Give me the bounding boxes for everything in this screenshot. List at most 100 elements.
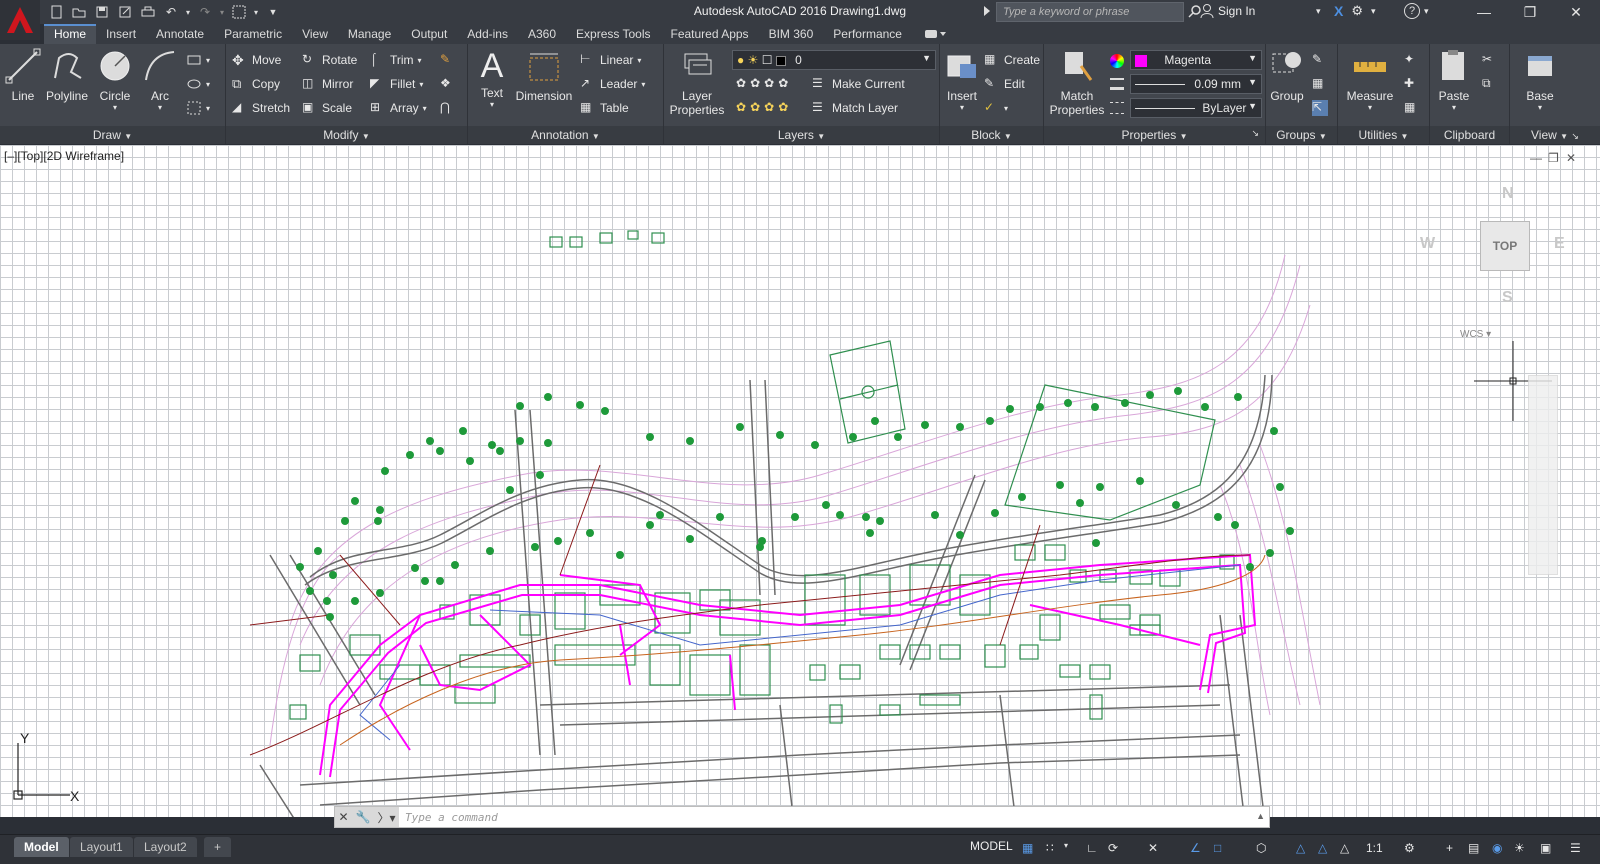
compass-west[interactable]: W	[1420, 235, 1435, 253]
calculator-button[interactable]: ▦	[1404, 100, 1420, 116]
layout2-tab[interactable]: Layout2	[134, 837, 197, 857]
quick-select-button[interactable]: ✦	[1404, 52, 1420, 68]
copy-button[interactable]: ⧉ Copy	[232, 76, 280, 92]
tab-parametric[interactable]: Parametric	[214, 24, 292, 44]
model-tab[interactable]: Model	[14, 837, 69, 857]
viewcube-top-face[interactable]: TOP	[1480, 221, 1530, 271]
command-line[interactable]: ✕ 🔧 〉▾ Type a command ▲	[334, 806, 1270, 828]
dimension-button[interactable]: Dimension	[512, 48, 576, 103]
make-current-button[interactable]: ☰ Make Current	[812, 76, 905, 92]
base-dropdown-icon[interactable]: ▾	[1520, 103, 1560, 112]
edit-attributes-button[interactable]: ✓ ▾	[984, 100, 1008, 116]
tab-view[interactable]: View	[292, 24, 338, 44]
annotation-panel-title[interactable]: Annotation ▼	[468, 126, 663, 144]
annotation-scale-value[interactable]: 1:1	[1366, 841, 1396, 857]
customization-icon[interactable]: ☰	[1570, 841, 1586, 857]
layout1-tab[interactable]: Layout1	[70, 837, 133, 857]
arc-button[interactable]: Arc ▾	[142, 48, 178, 112]
undo-dropdown-icon[interactable]: ▾	[184, 3, 192, 21]
group-button[interactable]: Group	[1268, 48, 1306, 103]
exchange-dropdown-icon[interactable]: ▾	[1371, 3, 1376, 19]
explode-button[interactable]: ❖	[440, 76, 456, 92]
grid-icon[interactable]: ▦	[1022, 841, 1038, 857]
redo-icon[interactable]: ↷	[195, 3, 215, 21]
help-icon[interactable]: ?	[1404, 3, 1420, 19]
linetype-dropdown[interactable]: ByLayer ▼	[1130, 98, 1262, 118]
utilities-panel-title[interactable]: Utilities ▼	[1338, 126, 1429, 144]
isolate-objects-icon[interactable]: ◉	[1492, 841, 1508, 857]
open-folder-icon[interactable]	[69, 3, 89, 21]
text-dropdown-icon[interactable]: ▾	[474, 100, 510, 109]
match-layer-button[interactable]: ☰ Match Layer	[812, 100, 898, 116]
properties-panel-title[interactable]: Properties ▼ ↘	[1044, 126, 1265, 144]
view-panel-title[interactable]: View ▼ ↘	[1510, 126, 1600, 144]
search-expand-icon[interactable]	[984, 6, 990, 16]
workspace-switch-icon[interactable]: ⚙	[1404, 841, 1420, 857]
layer-on-tool-icon[interactable]: ✿	[736, 100, 746, 114]
viewcube[interactable]: N W E S TOP WCS ▾	[1420, 183, 1590, 353]
tab-insert[interactable]: Insert	[96, 24, 146, 44]
block-panel-title[interactable]: Block ▼	[940, 126, 1043, 144]
application-menu-button[interactable]	[0, 0, 40, 40]
layer-isolate-icon[interactable]: ✿	[750, 76, 760, 90]
exchange-apps-icon[interactable]: X	[1334, 3, 1343, 19]
drawing-viewport[interactable]: [–][Top][2D Wireframe] — ❐ ✕ Y X N W E S…	[0, 145, 1600, 817]
snap-dropdown-icon[interactable]: ▾	[1064, 841, 1080, 857]
tab-home[interactable]: Home	[44, 24, 97, 44]
annotation-scale-icon[interactable]: △	[1340, 841, 1356, 857]
fillet-button[interactable]: ◤ Fillet ▾	[370, 76, 423, 92]
snap-icon[interactable]: ∷	[1046, 841, 1062, 857]
scale-button[interactable]: ▣ Scale	[302, 100, 352, 116]
plot-icon[interactable]	[138, 3, 158, 21]
copy-clip-button[interactable]: ⧉	[1482, 76, 1498, 92]
group-selection-button[interactable]: ⇱	[1312, 100, 1328, 116]
layer-dropdown[interactable]: ● ☀ ☐ 0 ▼	[732, 50, 936, 70]
model-space-button[interactable]: MODEL	[970, 839, 1013, 853]
match-properties-button[interactable]: Match Properties	[1048, 48, 1106, 117]
auto-scale-icon[interactable]: △	[1318, 841, 1334, 857]
command-line-settings-icon[interactable]: 🔧	[356, 810, 371, 824]
text-button[interactable]: A Text ▾	[474, 48, 510, 109]
add-layout-icon[interactable]: +	[204, 837, 232, 857]
ribbon-minimize-icon[interactable]	[924, 28, 948, 40]
command-input[interactable]: Type a command	[399, 811, 498, 824]
tab-add-ins[interactable]: Add-ins	[457, 24, 518, 44]
tab-manage[interactable]: Manage	[338, 24, 401, 44]
draw-panel-title[interactable]: Draw ▼	[0, 126, 225, 144]
layer-unisolate-icon[interactable]: ✿	[750, 100, 760, 114]
ortho-icon[interactable]: ∟	[1086, 841, 1102, 857]
cut-button[interactable]: ✂	[1482, 52, 1498, 68]
sign-in-dropdown-icon[interactable]: ▾	[1316, 6, 1321, 17]
ungroup-button[interactable]: ✎	[1312, 52, 1328, 68]
tab-output[interactable]: Output	[401, 24, 457, 44]
insert-dropdown-icon[interactable]: ▾	[942, 103, 982, 112]
stretch-button[interactable]: ◢ Stretch	[232, 100, 290, 116]
measure-button[interactable]: Measure ▾	[1340, 48, 1400, 112]
redo-dropdown-icon[interactable]: ▾	[218, 3, 226, 21]
wcs-menu[interactable]: WCS ▾	[1460, 329, 1491, 340]
annotation-visibility-icon[interactable]: △	[1296, 841, 1312, 857]
tab-a360[interactable]: A360	[518, 24, 566, 44]
base-button[interactable]: Base ▾	[1520, 48, 1560, 112]
insert-button[interactable]: Insert ▾	[942, 48, 982, 112]
groups-panel-title[interactable]: Groups ▼	[1266, 126, 1337, 144]
mirror-button[interactable]: ◫ Mirror	[302, 76, 353, 92]
group-edit-button[interactable]: ▦	[1312, 76, 1328, 92]
layer-off-icon[interactable]: ✿	[736, 76, 746, 90]
compass-north[interactable]: N	[1502, 185, 1514, 203]
lineweight-dropdown[interactable]: 0.09 mm ▼	[1130, 74, 1262, 94]
trim-button[interactable]: ⌠ Trim ▾	[370, 52, 422, 68]
tab-express-tools[interactable]: Express Tools	[566, 24, 660, 44]
compass-south[interactable]: S	[1502, 289, 1513, 307]
layer-thaw-tool-icon[interactable]: ✿	[764, 100, 774, 114]
a360-icon[interactable]: ⚙	[1351, 3, 1363, 19]
navigation-bar[interactable]	[1528, 375, 1558, 575]
isodraft-icon[interactable]: ✕	[1148, 841, 1164, 857]
measure-dropdown-icon[interactable]: ▾	[1340, 103, 1400, 112]
save-icon[interactable]	[92, 3, 112, 21]
boundary-button[interactable]: ▾	[186, 100, 210, 116]
sign-in-button[interactable]: Sign In	[1218, 4, 1255, 18]
modify-panel-title[interactable]: Modify ▼	[226, 126, 467, 144]
paste-button[interactable]: Paste ▾	[1434, 48, 1474, 112]
minimize-button[interactable]: —	[1464, 0, 1504, 24]
